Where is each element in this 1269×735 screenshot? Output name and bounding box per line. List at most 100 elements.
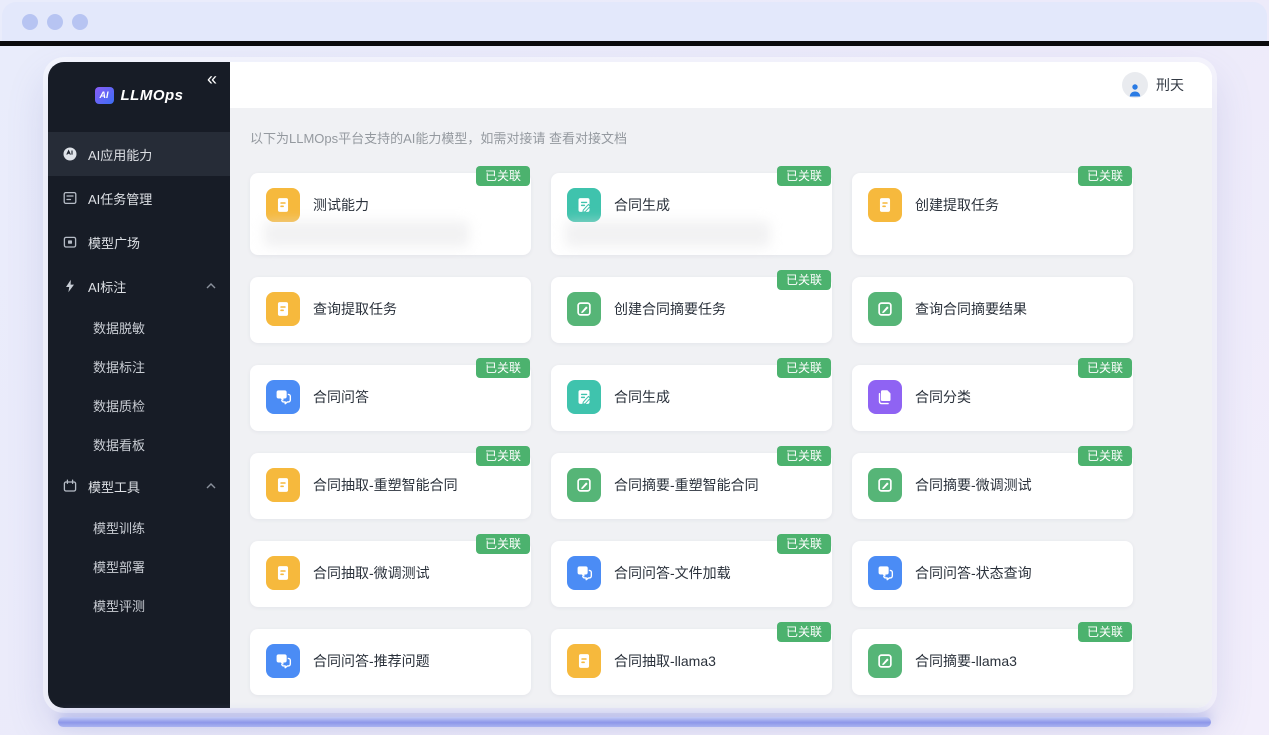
card-title: 合同生成 xyxy=(614,195,670,215)
capability-card-grid: 测试能力已关联合同生成已关联创建提取任务已关联查询提取任务创建合同摘要任务已关联… xyxy=(250,173,1133,695)
sidebar-subitem[interactable]: 数据脱敏 xyxy=(48,308,230,347)
card-head: 合同抽取-微调测试 xyxy=(266,556,515,590)
card-title: 合同问答-推荐问题 xyxy=(313,651,430,671)
capability-card[interactable]: 合同问答-文件加载已关联 xyxy=(551,541,832,607)
linked-status-badge: 已关联 xyxy=(777,622,831,642)
sidebar-subitem[interactable]: 数据质检 xyxy=(48,386,230,425)
ai-app-icon xyxy=(62,146,78,162)
capability-card[interactable]: 查询合同摘要结果 xyxy=(852,277,1133,343)
linked-status-badge: 已关联 xyxy=(777,358,831,378)
card-head: 创建提取任务 xyxy=(868,188,1117,222)
card-title: 合同分类 xyxy=(915,387,971,407)
linked-status-badge: 已关联 xyxy=(777,534,831,554)
sidebar-item-ai-annotation[interactable]: AI标注 xyxy=(48,264,230,308)
capability-card[interactable]: 合同抽取-llama3已关联 xyxy=(551,629,832,695)
linked-status-badge: 已关联 xyxy=(777,166,831,186)
capability-card[interactable]: 合同问答-状态查询 xyxy=(852,541,1133,607)
linked-status-badge: 已关联 xyxy=(1078,358,1132,378)
tools-icon xyxy=(62,478,78,494)
card-head: 合同生成 xyxy=(567,188,816,222)
capability-card[interactable]: 查询提取任务 xyxy=(250,277,531,343)
capability-card[interactable]: 合同生成已关联 xyxy=(551,173,832,255)
sidebar-item-ai-app[interactable]: AI应用能力 xyxy=(48,132,230,176)
doc-edit-icon xyxy=(567,188,601,222)
card-head: 合同分类 xyxy=(868,380,1117,414)
capability-card[interactable]: 合同生成已关联 xyxy=(551,365,832,431)
card-title: 创建合同摘要任务 xyxy=(614,299,726,319)
task-icon xyxy=(62,190,78,206)
sidebar-subitem[interactable]: 模型训练 xyxy=(48,508,230,547)
card-title: 合同问答 xyxy=(313,387,369,407)
chat-icon xyxy=(868,556,902,590)
card-head: 合同摘要-微调测试 xyxy=(868,468,1117,502)
card-title: 合同抽取-微调测试 xyxy=(313,563,430,583)
pen-icon xyxy=(567,468,601,502)
card-head: 查询提取任务 xyxy=(266,292,515,326)
pen-icon xyxy=(567,292,601,326)
chevron-up-icon xyxy=(206,283,216,289)
doc-icon xyxy=(567,644,601,678)
sidebar-subitem[interactable]: 模型评测 xyxy=(48,586,230,625)
capability-card[interactable]: 创建提取任务已关联 xyxy=(852,173,1133,255)
sidebar-subitem[interactable]: 模型部署 xyxy=(48,547,230,586)
card-title: 创建提取任务 xyxy=(915,195,999,215)
card-head: 合同问答 xyxy=(266,380,515,414)
window-control-dot[interactable] xyxy=(22,14,38,30)
card-title: 合同摘要-llama3 xyxy=(915,651,1017,671)
bolt-icon xyxy=(62,278,78,294)
content-column: 刑天 以下为LLMOps平台支持的AI能力模型，如需对接请 查看对接文档 测试能… xyxy=(230,62,1212,708)
window-control-dot[interactable] xyxy=(72,14,88,30)
capability-card[interactable]: 合同抽取-重塑智能合同已关联 xyxy=(250,453,531,519)
sidebar-subitem[interactable]: 数据看板 xyxy=(48,425,230,464)
docs-link[interactable]: 查看对接文档 xyxy=(549,131,627,146)
collapse-sidebar-icon[interactable]: « xyxy=(207,70,217,88)
card-head: 查询合同摘要结果 xyxy=(868,292,1117,326)
app-window: « AI LLMOps AI应用能力AI任务管理模型广场AI标注数据脱敏数据标注… xyxy=(48,62,1212,708)
sidebar-item-model-square[interactable]: 模型广场 xyxy=(48,220,230,264)
card-title: 合同抽取-llama3 xyxy=(614,651,716,671)
pen-icon xyxy=(868,644,902,678)
linked-status-badge: 已关联 xyxy=(476,358,530,378)
capability-card[interactable]: 合同分类已关联 xyxy=(852,365,1133,431)
window-control-dot[interactable] xyxy=(47,14,63,30)
card-head: 合同抽取-重塑智能合同 xyxy=(266,468,515,502)
capability-card[interactable]: 合同抽取-微调测试已关联 xyxy=(250,541,531,607)
sidebar-item-ai-task[interactable]: AI任务管理 xyxy=(48,176,230,220)
card-title: 合同摘要-重塑智能合同 xyxy=(614,475,759,495)
card-title: 查询合同摘要结果 xyxy=(915,299,1027,319)
card-title: 合同生成 xyxy=(614,387,670,407)
sidebar-item-model-tools[interactable]: 模型工具 xyxy=(48,464,230,508)
capability-card[interactable]: 测试能力已关联 xyxy=(250,173,531,255)
user-name[interactable]: 刑天 xyxy=(1156,75,1184,95)
doc-edit-icon xyxy=(567,380,601,414)
sidebar-nav: AI应用能力 AI任务管理模型广场AI标注数据脱敏数据标注数据质检数据看板模型工具… xyxy=(48,132,230,708)
capability-card[interactable]: 合同问答已关联 xyxy=(250,365,531,431)
intro-text: 以下为LLMOps平台支持的AI能力模型，如需对接请 查看对接文档 xyxy=(250,128,1133,147)
card-head: 创建合同摘要任务 xyxy=(567,292,816,326)
capability-card[interactable]: 合同摘要-微调测试已关联 xyxy=(852,453,1133,519)
intro-description: 以下为LLMOps平台支持的AI能力模型，如需对接请 xyxy=(250,131,545,146)
capability-card[interactable]: 创建合同摘要任务已关联 xyxy=(551,277,832,343)
card-head: 合同摘要-重塑智能合同 xyxy=(567,468,816,502)
sidebar-item-label: AI应用能力 xyxy=(88,145,152,164)
capability-card[interactable]: 合同问答-推荐问题 xyxy=(250,629,531,695)
blurred-description xyxy=(264,221,469,247)
card-title: 合同摘要-微调测试 xyxy=(915,475,1032,495)
sidebar-subitem[interactable]: 数据标注 xyxy=(48,347,230,386)
pen-icon xyxy=(868,292,902,326)
user-avatar[interactable] xyxy=(1122,72,1148,98)
linked-status-badge: 已关联 xyxy=(1078,446,1132,466)
linked-status-badge: 已关联 xyxy=(476,446,530,466)
card-head: 合同生成 xyxy=(567,380,816,414)
linked-status-badge: 已关联 xyxy=(476,166,530,186)
card-head: 合同摘要-llama3 xyxy=(868,644,1117,678)
capability-card[interactable]: 合同摘要-重塑智能合同已关联 xyxy=(551,453,832,519)
chat-icon xyxy=(266,644,300,678)
linked-status-badge: 已关联 xyxy=(777,446,831,466)
top-header: 刑天 xyxy=(230,62,1212,108)
card-head: 合同问答-状态查询 xyxy=(868,556,1117,590)
linked-status-badge: 已关联 xyxy=(476,534,530,554)
capability-card[interactable]: 合同摘要-llama3已关联 xyxy=(852,629,1133,695)
doc-icon xyxy=(266,468,300,502)
card-title: 查询提取任务 xyxy=(313,299,397,319)
